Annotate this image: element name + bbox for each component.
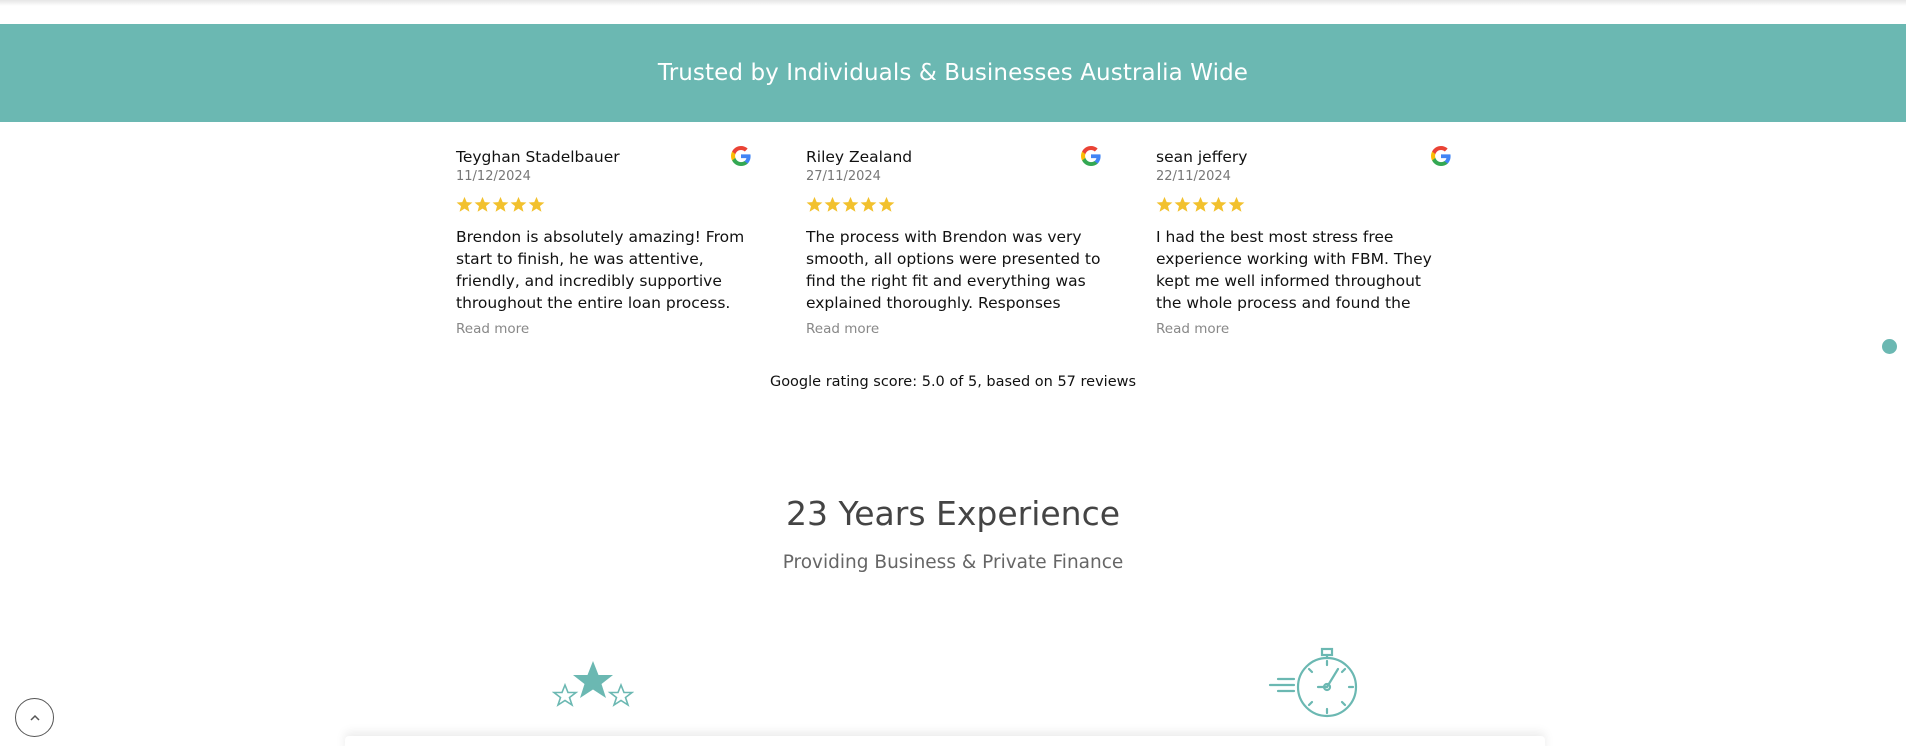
feature-card-edge [345,736,1545,746]
review-stars [456,196,751,216]
star-icon [456,196,473,212]
stopwatch-icon [1268,647,1358,718]
reviews-carousel: Teyghan Stadelbauer 11/12/2024 Brendon i… [456,146,1456,346]
review-card: Teyghan Stadelbauer 11/12/2024 Brendon i… [456,146,751,338]
star-icon [528,196,545,212]
star-icon [1210,196,1227,212]
google-rating-summary: Google rating score: 5.0 of 5, based on … [769,374,1137,390]
scroll-to-top-button[interactable] [15,698,54,737]
reviewer-name: Teyghan Stadelbauer [456,148,620,166]
experience-subtitle: Providing Business & Private Finance [782,552,1124,573]
review-stars [1156,196,1451,216]
review-card: Riley Zealand 27/11/2024 The process wit… [806,146,1101,338]
star-icon [842,196,859,212]
star-icon [1174,196,1191,212]
star-icon [1228,196,1245,212]
star-icon [474,196,491,212]
reviewer-name: Riley Zealand [806,148,913,166]
review-date: 27/11/2024 [806,169,881,184]
star-icon [1192,196,1209,212]
review-date: 22/11/2024 [1156,169,1231,184]
experience-title: 23 Years Experience [785,494,1121,533]
read-more-link[interactable]: Read more [1156,320,1451,338]
trust-banner: Trusted by Individuals & Businesses Aust… [0,24,1906,122]
review-text: Brendon is absolutely amazing! From star… [456,228,745,312]
star-icon [860,196,877,212]
google-g-icon [731,146,751,166]
banner-title: Trusted by Individuals & Businesses Aust… [657,60,1249,86]
star-icon [824,196,841,212]
star-icon [1156,196,1173,212]
star-icon [806,196,823,212]
star-icon [492,196,509,212]
reviewer-name: sean jeffery [1156,148,1248,166]
star-group-icon [552,661,634,707]
read-more-link[interactable]: Read more [456,320,751,338]
review-card: sean jeffery 22/11/2024 I had the best m… [1156,146,1451,338]
review-stars [806,196,1101,216]
google-g-icon [1431,146,1451,166]
header-shadow [0,0,1906,6]
read-more-link[interactable]: Read more [806,320,1101,338]
star-icon [878,196,895,212]
star-icon [510,196,527,212]
review-date: 11/12/2024 [456,169,531,184]
chevron-up-icon [29,714,40,721]
review-text: The process with Brendon was very smooth… [806,228,1101,312]
review-text: I had the best most stress free experien… [1156,228,1432,312]
floating-dot-button[interactable] [1882,339,1897,354]
google-g-icon [1081,146,1101,166]
